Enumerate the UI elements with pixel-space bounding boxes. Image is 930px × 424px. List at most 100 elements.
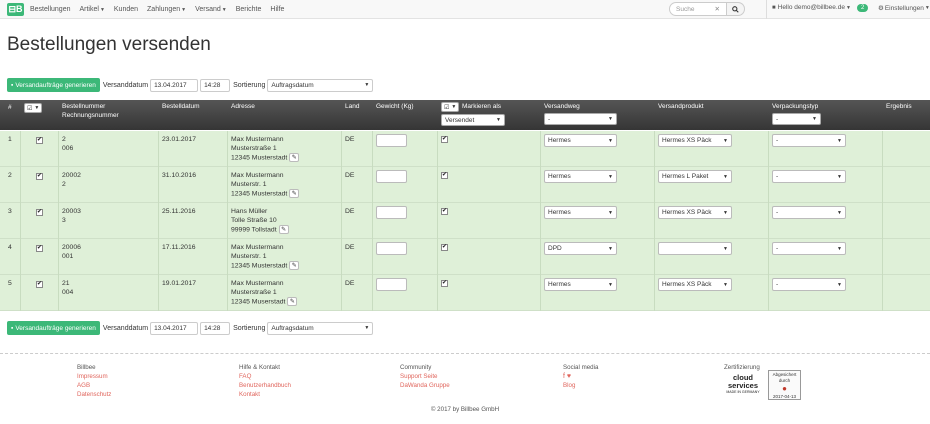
packaging-type-select[interactable]: - ▼ bbox=[772, 242, 846, 255]
packaging-type-select[interactable]: - ▼ bbox=[772, 206, 846, 219]
nav-item-berichte[interactable]: Berichte bbox=[236, 6, 262, 13]
nav-item-artikel[interactable]: Artikel▼ bbox=[79, 6, 104, 13]
search-button[interactable] bbox=[727, 2, 745, 16]
footer-link-datenschutz[interactable]: Datenschutz bbox=[77, 390, 111, 399]
footer-link-blog[interactable]: Blog bbox=[563, 381, 598, 390]
order-date: 25.11.2016 bbox=[162, 208, 196, 215]
sort-select[interactable]: Auftragsdatum ▼ bbox=[267, 78, 374, 92]
mark-as-select[interactable]: Versendet ▼ bbox=[441, 114, 505, 126]
edit-address-button[interactable]: ✎ bbox=[289, 261, 300, 270]
footer-link-impressum[interactable]: Impressum bbox=[77, 372, 111, 381]
shipdate-time-input[interactable]: 14:28 bbox=[200, 78, 231, 92]
select-all-dropdown[interactable]: ☑ ▼ bbox=[24, 103, 43, 113]
nav-item-bestellungen[interactable]: Bestellungen bbox=[30, 6, 70, 13]
clear-icon[interactable]: ✕ bbox=[715, 5, 720, 13]
search-box: Suche ✕ bbox=[669, 2, 745, 16]
column-divider bbox=[882, 131, 883, 167]
shipping-product-select[interactable]: Hermes L Paket ▼ bbox=[658, 170, 732, 183]
shipping-method-select[interactable]: Hermes ▼ bbox=[544, 278, 617, 291]
shipping-product-select[interactable]: Hermes XS Päck ▼ bbox=[658, 206, 732, 219]
packaging-type-select[interactable]: - ▼ bbox=[772, 134, 846, 147]
footer-link-manual[interactable]: Benutzerhandbuch bbox=[239, 381, 291, 390]
column-divider bbox=[158, 167, 159, 203]
sort-select[interactable]: Auftragsdatum ▼ bbox=[267, 321, 374, 335]
weight-input[interactable] bbox=[376, 278, 407, 291]
column-divider bbox=[58, 239, 59, 275]
mark-all-dropdown[interactable]: ☑ ▼ bbox=[441, 102, 460, 112]
shipping-product-select[interactable]: Hermes XS Päck ▼ bbox=[658, 278, 732, 291]
footer-link-dawanda[interactable]: DaWanda Gruppe bbox=[400, 381, 450, 390]
generate-shipments-button[interactable]: ▪ Versandaufträge generieren bbox=[7, 321, 100, 335]
caret-down-icon: ▼ bbox=[451, 104, 457, 110]
truck-icon: ▪ bbox=[11, 324, 14, 332]
footer-col-help: Hilfe & Kontakt FAQ Benutzerhandbuch Kon… bbox=[239, 364, 291, 399]
social-icons[interactable]: f ♥ bbox=[563, 372, 598, 381]
footer-link-agb[interactable]: AGB bbox=[77, 381, 111, 390]
shipping-method-select[interactable]: Hermes ▼ bbox=[544, 206, 617, 219]
shipdate-date-input[interactable]: 13.04.2017 bbox=[150, 321, 199, 335]
column-divider bbox=[768, 203, 769, 239]
row-select-checkbox[interactable]: ✔ bbox=[36, 281, 43, 288]
edit-address-button[interactable]: ✎ bbox=[289, 153, 300, 162]
column-divider bbox=[227, 203, 228, 239]
page-title: Bestellungen versenden bbox=[7, 34, 211, 55]
shipdate-label: Versanddatum bbox=[102, 324, 149, 332]
chevron-down-icon: ▼ bbox=[723, 173, 728, 180]
packaging-all-select[interactable]: - ▼ bbox=[772, 113, 821, 125]
footer-link-support[interactable]: Support Seite bbox=[400, 372, 450, 381]
nav-item-kunden[interactable]: Kunden bbox=[114, 6, 138, 13]
shipping-product-select[interactable]: Hermes XS Päck ▼ bbox=[658, 134, 732, 147]
search-input[interactable]: Suche ✕ bbox=[669, 2, 727, 16]
user-menu[interactable]: ■ Hello demo@billbee.de ▼ bbox=[772, 4, 851, 11]
shipdate-time-input[interactable]: 14:28 bbox=[200, 321, 231, 335]
shipping-method-select[interactable]: DPD ▼ bbox=[544, 242, 617, 255]
row-select-checkbox[interactable]: ✔ bbox=[36, 245, 43, 252]
cloud-services-badge[interactable]: cloud services MADE IN GERMANY bbox=[724, 374, 762, 396]
user-email: Hello demo@billbee.de bbox=[777, 4, 845, 11]
row-select-checkbox[interactable]: ✔ bbox=[36, 209, 43, 216]
row-number: 5 bbox=[8, 280, 12, 287]
mark-shipped-checkbox[interactable]: ✔ bbox=[441, 244, 448, 251]
shipping-method-select[interactable]: Hermes ▼ bbox=[544, 134, 617, 147]
shipping-method-all-select[interactable]: - ▼ bbox=[544, 113, 617, 125]
edit-address-button[interactable]: ✎ bbox=[287, 297, 298, 306]
shipping-product-select[interactable]: ▼ bbox=[658, 242, 732, 255]
column-divider bbox=[882, 203, 883, 239]
edit-address-button[interactable]: ✎ bbox=[278, 225, 289, 234]
footer-link-contact[interactable]: Kontakt bbox=[239, 390, 291, 399]
generate-shipments-button[interactable]: ▪ Versandaufträge generieren bbox=[7, 78, 100, 92]
row-select-checkbox[interactable]: ✔ bbox=[36, 137, 43, 144]
footer-link-faq[interactable]: FAQ bbox=[239, 372, 291, 381]
footer-col-certification: Zertifizierung bbox=[724, 364, 760, 371]
nav-item-zahlungen[interactable]: Zahlungen▼ bbox=[147, 6, 186, 13]
pencil-icon: ✎ bbox=[291, 190, 297, 197]
mark-shipped-checkbox[interactable]: ✔ bbox=[441, 280, 448, 287]
row-number: 1 bbox=[8, 136, 12, 143]
shield-icon: ● bbox=[782, 384, 787, 393]
settings-menu[interactable]: ⚙ Einstellungen ▼ bbox=[878, 4, 930, 13]
weight-input[interactable] bbox=[376, 206, 407, 219]
packaging-type-select[interactable]: - ▼ bbox=[772, 278, 846, 291]
audit-badge[interactable]: Abgesichert durch ● 2017-04-13 bbox=[768, 370, 801, 400]
mark-shipped-checkbox[interactable]: ✔ bbox=[441, 208, 448, 215]
mark-shipped-checkbox[interactable]: ✔ bbox=[441, 136, 448, 143]
packaging-type-select[interactable]: - ▼ bbox=[772, 170, 846, 183]
notifications[interactable]: 2 bbox=[857, 4, 869, 12]
nav-item-hilfe[interactable]: Hilfe bbox=[270, 6, 284, 13]
weight-input[interactable] bbox=[376, 170, 407, 183]
column-divider bbox=[227, 131, 228, 167]
weight-input[interactable] bbox=[376, 134, 407, 147]
row-select-checkbox[interactable]: ✔ bbox=[36, 173, 43, 180]
shipping-method-select[interactable]: Hermes ▼ bbox=[544, 170, 617, 183]
column-divider bbox=[158, 131, 159, 167]
weight-input[interactable] bbox=[376, 242, 407, 255]
mark-shipped-checkbox[interactable]: ✔ bbox=[441, 172, 448, 179]
edit-address-button[interactable]: ✎ bbox=[289, 189, 300, 198]
shipdate-date-input[interactable]: 13.04.2017 bbox=[150, 78, 199, 92]
address-line-3: 12345 Muserstadt ✎ bbox=[231, 297, 298, 307]
chevron-down-icon: ▼ bbox=[723, 281, 728, 288]
order-date: 19.01.2017 bbox=[162, 280, 197, 287]
billbee-logo[interactable]: ⊟B bbox=[7, 2, 24, 16]
chevron-down-icon: ▼ bbox=[837, 281, 842, 288]
nav-item-versand[interactable]: Versand▼ bbox=[195, 6, 227, 13]
